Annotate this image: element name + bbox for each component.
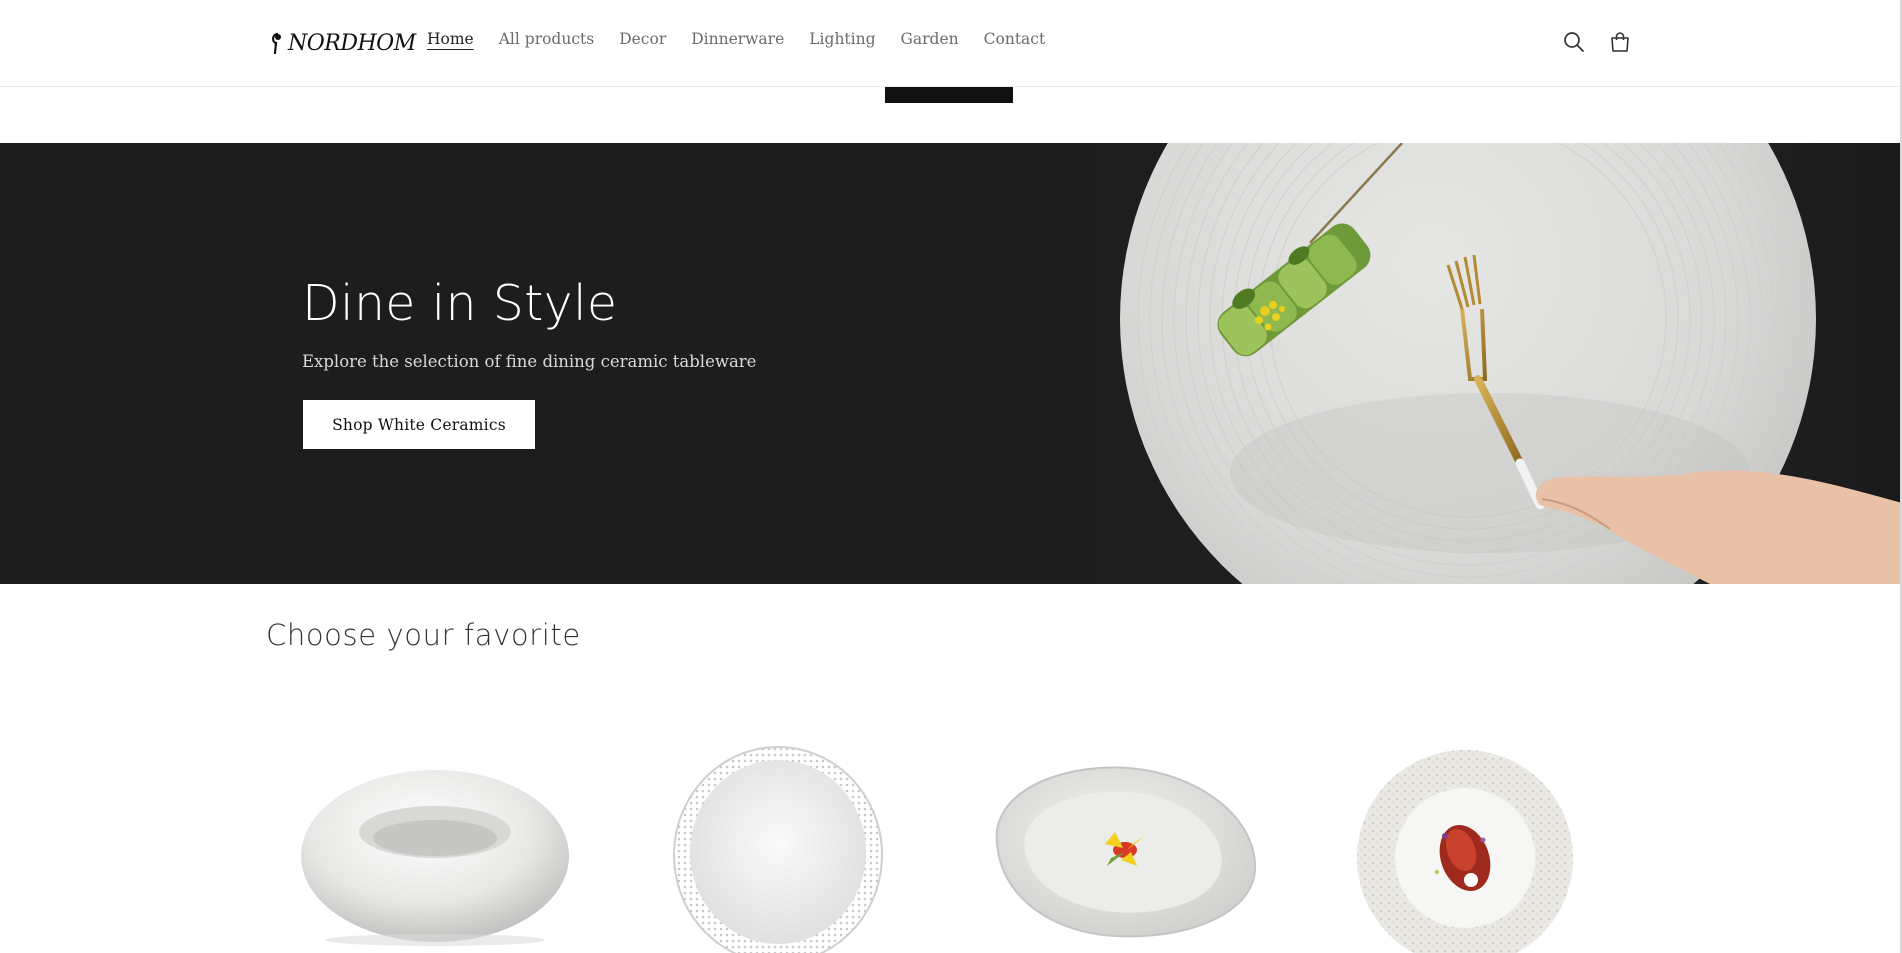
- cart-button[interactable]: [1605, 27, 1635, 57]
- shop-white-ceramics-button[interactable]: Shop White Ceramics: [303, 400, 535, 449]
- hero-banner: Dine in Style Explore the selection of f…: [0, 143, 1902, 584]
- nav-item-garden[interactable]: Garden: [901, 30, 959, 48]
- nav-item-home[interactable]: Home: [427, 30, 474, 48]
- cart-icon: [1611, 32, 1629, 52]
- nav-item-lighting[interactable]: Lighting: [809, 30, 875, 48]
- search-icon: [1564, 32, 1584, 52]
- nav-item-all-products[interactable]: All products: [499, 30, 594, 48]
- logo-mark-icon: [272, 32, 281, 54]
- hero-title: Dine in Style: [302, 275, 618, 332]
- site-header: NORDHOM Home All products Decor Dinnerwa…: [0, 0, 1902, 87]
- donut-bowl-image: [301, 770, 569, 946]
- search-button[interactable]: [1559, 27, 1589, 57]
- nav-item-dinnerware[interactable]: Dinnerware: [691, 30, 784, 48]
- product-card[interactable]: [1315, 740, 1615, 953]
- textured-oval-plate-image: [673, 746, 883, 953]
- logo-text: NORDHOM: [288, 30, 416, 56]
- main-nav: Home All products Decor Dinnerware Light…: [427, 30, 1045, 48]
- organic-bowl-image: [995, 766, 1257, 938]
- hero-subtitle: Explore the selection of fine dining cer…: [302, 352, 757, 371]
- textured-rim-plate-image: [1357, 750, 1573, 953]
- product-card[interactable]: [975, 740, 1275, 953]
- nav-item-contact[interactable]: Contact: [984, 30, 1046, 48]
- section-title: Choose your favorite: [266, 618, 581, 652]
- logo[interactable]: NORDHOM: [270, 28, 416, 58]
- dropdown-tab: [885, 87, 1013, 103]
- hero-plate-image: [1070, 143, 1902, 584]
- nav-item-decor[interactable]: Decor: [619, 30, 666, 48]
- product-card[interactable]: [628, 740, 928, 953]
- product-card[interactable]: [285, 740, 585, 953]
